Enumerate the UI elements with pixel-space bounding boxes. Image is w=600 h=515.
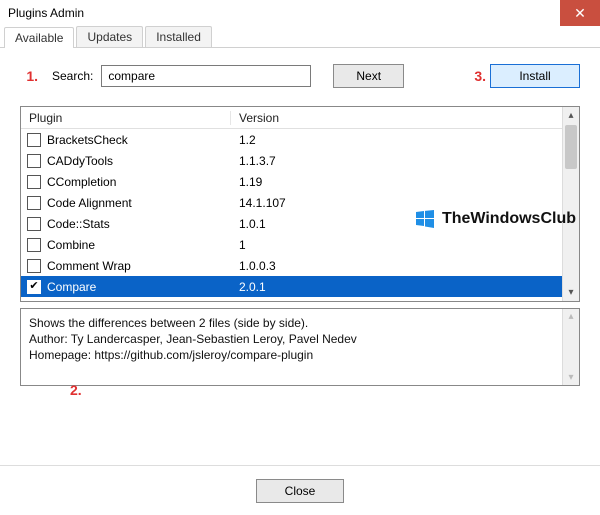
plugin-checkbox[interactable] — [27, 280, 41, 294]
plugin-checkbox[interactable] — [27, 196, 41, 210]
plugin-row[interactable]: Code Alignment14.1.107 — [21, 192, 562, 213]
column-header-version[interactable]: Version — [231, 111, 562, 125]
plugin-version: 1.19 — [231, 175, 562, 189]
callout-1: 1. — [20, 68, 38, 84]
next-button[interactable]: Next — [333, 64, 404, 88]
plugin-name: CCompletion — [47, 175, 231, 189]
plugin-version: 1.0.1 — [231, 217, 562, 231]
install-wrap: 3. Install — [474, 64, 580, 88]
callout-2: 2. — [70, 382, 82, 398]
plugin-checkbox[interactable] — [27, 175, 41, 189]
close-icon: ✕ — [574, 6, 586, 20]
plugin-description-text: Shows the differences between 2 files (s… — [21, 309, 562, 385]
search-input[interactable] — [101, 65, 311, 87]
plugin-checkbox[interactable] — [27, 238, 41, 252]
plugin-version: 2.0.1 — [231, 280, 562, 294]
plugin-list-scrollbar[interactable]: ▴ ▾ — [562, 107, 579, 301]
scroll-down-icon: ▾ — [568, 372, 573, 383]
tab-installed[interactable]: Installed — [145, 26, 212, 47]
plugin-checkbox[interactable] — [27, 217, 41, 231]
install-button[interactable]: Install — [490, 64, 580, 88]
plugin-row[interactable]: CADdyTools1.1.3.7 — [21, 150, 562, 171]
plugin-row[interactable]: Combine1 — [21, 234, 562, 255]
plugin-name: Comment Wrap — [47, 259, 231, 273]
plugin-row[interactable]: CCompletion1.19 — [21, 171, 562, 192]
plugin-version: 14.1.107 — [231, 196, 562, 210]
plugin-row[interactable]: BracketsCheck1.2 — [21, 129, 562, 150]
titlebar: Plugins Admin ✕ — [0, 0, 600, 26]
tab-content: 1. Search: Next 3. Install Plugin Versio… — [0, 48, 600, 394]
plugin-checkbox[interactable] — [27, 154, 41, 168]
plugin-name: Compare — [47, 280, 231, 294]
scroll-up-icon[interactable]: ▴ — [563, 107, 579, 124]
plugin-list: Plugin Version BracketsCheck1.2CADdyTool… — [20, 106, 580, 302]
plugin-row[interactable]: Compare2.0.1 — [21, 276, 562, 297]
plugin-version: 1.1.3.7 — [231, 154, 562, 168]
plugin-row[interactable]: Code::Stats1.0.1 — [21, 213, 562, 234]
plugin-name: Combine — [47, 238, 231, 252]
plugin-checkbox[interactable] — [27, 133, 41, 147]
plugin-name: CADdyTools — [47, 154, 231, 168]
plugin-name: Code Alignment — [47, 196, 231, 210]
scroll-down-icon[interactable]: ▾ — [563, 284, 579, 301]
tab-updates[interactable]: Updates — [76, 26, 143, 47]
bottom-bar: Close — [0, 465, 600, 515]
plugin-name: BracketsCheck — [47, 133, 231, 147]
plugin-name: Code::Stats — [47, 217, 231, 231]
plugin-version: 1 — [231, 238, 562, 252]
plugin-version: 1.2 — [231, 133, 562, 147]
plugin-checkbox[interactable] — [27, 259, 41, 273]
plugin-version: 1.0.0.3 — [231, 259, 562, 273]
tab-available[interactable]: Available — [4, 27, 74, 48]
window-title: Plugins Admin — [8, 6, 84, 20]
close-button[interactable]: Close — [256, 479, 345, 503]
plugin-list-body: Plugin Version BracketsCheck1.2CADdyTool… — [21, 107, 562, 301]
tab-bar: Available Updates Installed — [0, 26, 600, 48]
plugin-description-panel: Shows the differences between 2 files (s… — [20, 308, 580, 386]
plugin-list-header: Plugin Version — [21, 107, 562, 129]
window-close-button[interactable]: ✕ — [560, 0, 600, 26]
callout-3: 3. — [474, 68, 486, 84]
plugin-row[interactable]: Comment Wrap1.0.0.3 — [21, 255, 562, 276]
search-label: Search: — [52, 69, 93, 83]
column-header-plugin[interactable]: Plugin — [21, 111, 231, 125]
plugin-rows: BracketsCheck1.2CADdyTools1.1.3.7CComple… — [21, 129, 562, 297]
search-row: 1. Search: Next 3. Install — [20, 64, 580, 88]
scroll-up-icon: ▴ — [568, 311, 573, 322]
scroll-thumb[interactable] — [565, 125, 577, 169]
description-scrollbar[interactable]: ▴ ▾ — [562, 309, 579, 385]
plugins-admin-window: Plugins Admin ✕ Available Updates Instal… — [0, 0, 600, 515]
